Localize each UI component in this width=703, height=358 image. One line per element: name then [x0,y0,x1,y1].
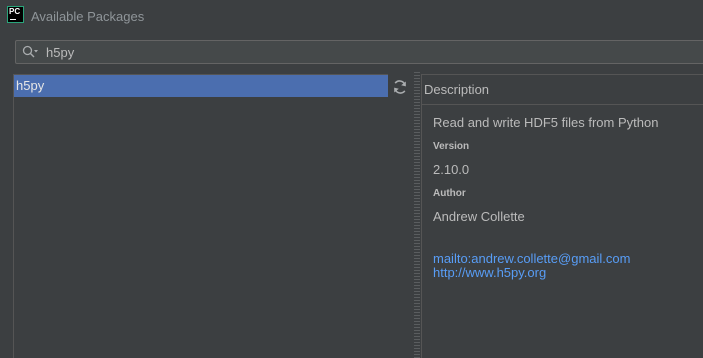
package-list[interactable]: h5py [13,74,388,358]
version-value: 2.10.0 [433,162,470,177]
search-field[interactable] [15,40,703,64]
search-input[interactable] [46,44,646,60]
panel-splitter-handle[interactable] [414,72,420,358]
pycharm-logo-icon: PC [7,6,24,23]
email-link[interactable]: mailto:andrew.collette@gmail.com [433,251,630,266]
homepage-link[interactable]: http://www.h5py.org [433,265,546,280]
list-item-label: h5py [16,78,45,93]
refresh-button[interactable] [391,78,409,96]
version-label: Version [433,141,470,152]
refresh-icon [394,80,406,94]
details-header: Description [422,75,703,105]
author-label: Author [433,188,466,199]
package-summary: Read and write HDF5 files from Python [433,115,659,130]
list-item-h5py[interactable]: h5py [14,75,388,97]
details-header-label: Description [424,82,490,97]
window-title: Available Packages [31,9,145,24]
author-value: Andrew Collette [433,209,525,224]
search-icon[interactable] [22,45,38,59]
title-bar: PC Available Packages [0,0,703,34]
package-details-panel: Description Read and write HDF5 files fr… [421,74,703,358]
